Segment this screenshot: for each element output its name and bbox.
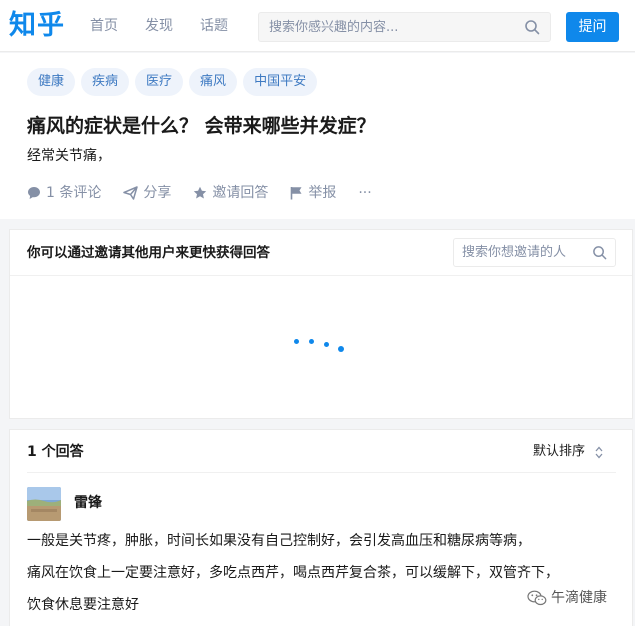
- topic-tag[interactable]: 医疗: [135, 68, 184, 96]
- spinner-dot: [309, 339, 314, 344]
- sort-label: 默认排序: [533, 444, 586, 459]
- answer-text-line: 痛风在饮食上一定要注意好，多吃点西芹，喝点西芹复合茶，可以缓解下，双管齐下，: [27, 565, 559, 581]
- spinner-dot: [324, 342, 329, 347]
- topic-tag[interactable]: 中国平安: [243, 68, 318, 96]
- more-options-button[interactable]: ···: [358, 184, 371, 202]
- more-icon: ···: [358, 185, 372, 201]
- watermark-text: 午滴健康: [551, 590, 607, 606]
- share-label: 分享: [143, 185, 172, 201]
- share-icon: [123, 186, 139, 200]
- answer-text-line: 饮食休息要注意好: [27, 597, 139, 613]
- invite-title: 你可以通过邀请其他用户来更快获得回答: [27, 245, 270, 261]
- search-icon[interactable]: [524, 19, 540, 39]
- sort-arrows-icon: [595, 446, 603, 458]
- invite-answer-label: 邀请回答: [212, 185, 269, 201]
- question-card: 健康 疾病 医疗 痛风 中国平安 痛风的症状是什么？ 会带来哪些并发症？ 经常关…: [0, 53, 635, 219]
- site-search-box: [258, 12, 551, 42]
- loading-spinner: [290, 336, 350, 356]
- report-label: 举报: [308, 185, 337, 201]
- watermark: 午滴健康: [527, 588, 607, 608]
- question-description: 经常关节痛，: [27, 148, 111, 164]
- invite-card: 你可以通过邀请其他用户来更快获得回答: [9, 229, 633, 419]
- comments-label: 1 条评论: [46, 185, 102, 201]
- share-button[interactable]: 分享: [123, 184, 171, 202]
- spinner-dot: [338, 346, 344, 352]
- comments-button[interactable]: 1 条评论: [27, 184, 101, 202]
- sort-dropdown[interactable]: 默认排序: [533, 443, 603, 461]
- question-title: 痛风的症状是什么？ 会带来哪些并发症？: [27, 115, 376, 137]
- comment-icon: [28, 187, 40, 199]
- topic-tag[interactable]: 痛风: [189, 68, 238, 96]
- question-actions: 1 条评论 分享 邀请回答 举报 ···: [27, 184, 394, 202]
- divider: [10, 275, 632, 276]
- invite-search-box: [453, 238, 616, 267]
- invite-search-input[interactable]: [454, 239, 589, 266]
- avatar[interactable]: [27, 487, 61, 521]
- invite-answer-button[interactable]: 邀请回答: [193, 184, 268, 202]
- topic-tag[interactable]: 疾病: [81, 68, 130, 96]
- top-nav-bar: 知乎 首页 发现 话题 提问: [0, 0, 635, 52]
- topic-tags: 健康 疾病 医疗 痛风 中国平安: [27, 68, 318, 96]
- topic-tag[interactable]: 健康: [27, 68, 76, 96]
- answer-count: 1 个回答: [27, 444, 84, 460]
- zhihu-logo[interactable]: 知乎: [9, 8, 65, 44]
- nav-discover[interactable]: 发现: [145, 17, 173, 35]
- search-icon[interactable]: [592, 245, 607, 264]
- ask-question-button[interactable]: 提问: [566, 12, 619, 42]
- answer-author-name[interactable]: 雷锋: [74, 494, 102, 512]
- answer-text-line: 一般是关节疼，肿胀，时间长如果没有自己控制好，会引发高血压和糖尿病等病，: [27, 533, 531, 549]
- flag-icon: [291, 187, 302, 200]
- report-button[interactable]: 举报: [290, 184, 336, 202]
- wechat-icon: [527, 590, 547, 606]
- spinner-dot: [294, 339, 299, 344]
- nav-topics[interactable]: 话题: [200, 17, 228, 35]
- nav-home[interactable]: 首页: [90, 17, 118, 35]
- site-search-input[interactable]: [259, 13, 509, 41]
- star-icon: [194, 186, 207, 199]
- divider: [27, 472, 616, 473]
